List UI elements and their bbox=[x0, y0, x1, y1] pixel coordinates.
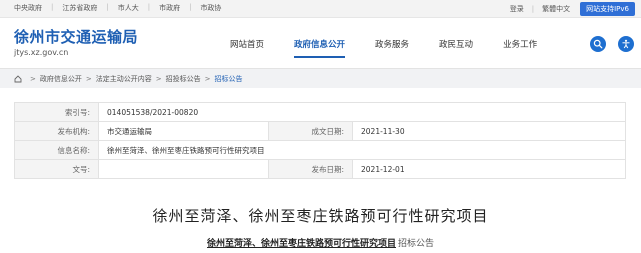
doc-number-value bbox=[98, 159, 269, 179]
published-date-value: 2021-12-01 bbox=[352, 159, 626, 179]
breadcrumb-gov-info[interactable]: 政府信息公开 bbox=[40, 74, 82, 84]
nav-gov-info[interactable]: 政府信息公开 bbox=[294, 38, 346, 64]
top-utility-bar: 中央政府 | 江苏省政府 | 市人大 | 市政府 | 市政协 登录 | 繁體中文… bbox=[0, 0, 641, 18]
search-icon bbox=[593, 39, 603, 49]
nav-home[interactable]: 网站首页 bbox=[230, 38, 264, 64]
agency-label: 发布机构: bbox=[14, 121, 99, 141]
breadcrumb-bar: > 政府信息公开 > 法定主动公开内容 > 招投标公告 > 招标公告 bbox=[0, 68, 641, 88]
home-icon[interactable] bbox=[14, 75, 22, 83]
table-row: 发布机构: 市交通运输局 成文日期: 2021-11-30 bbox=[14, 121, 626, 141]
accessibility-icon bbox=[622, 39, 630, 49]
link-central-gov[interactable]: 中央政府 bbox=[14, 3, 42, 13]
main-nav: 网站首页 政府信息公开 政务服务 政民互动 业务工作 bbox=[230, 38, 567, 64]
accessibility-button[interactable] bbox=[618, 36, 634, 52]
breadcrumb-current[interactable]: 招标公告 bbox=[215, 74, 243, 84]
breadcrumb-mandatory-disclosure[interactable]: 法定主动公开内容 bbox=[96, 74, 152, 84]
link-city-cppcc[interactable]: 市政协 bbox=[200, 3, 221, 13]
article-title: 徐州至菏泽、徐州至枣庄铁路预可行性研究项目 bbox=[152, 207, 489, 225]
table-row: 信息名称: 徐州至菏泽、徐州至枣庄铁路预可行性研究项目 bbox=[14, 140, 626, 160]
ipv6-badge: 网站支持IPv6 bbox=[580, 2, 635, 16]
index-label: 索引号: bbox=[14, 102, 99, 122]
link-city-gov[interactable]: 市政府 bbox=[159, 3, 180, 13]
article-subtitle-type: 招标公告 bbox=[398, 239, 435, 249]
link-jiangsu-gov[interactable]: 江苏省政府 bbox=[62, 3, 97, 13]
breadcrumb-arrow-icon: > bbox=[204, 75, 211, 83]
article-subtitle-project: 徐州至菏泽、徐州至枣庄铁路预可行性研究项目 bbox=[206, 239, 396, 249]
divider: | bbox=[106, 3, 109, 11]
divider: | bbox=[147, 3, 151, 11]
agency-value: 市交通运输局 bbox=[98, 121, 269, 141]
breadcrumb-arrow-icon: > bbox=[85, 75, 92, 83]
login-link[interactable]: 登录 bbox=[510, 4, 524, 14]
search-button[interactable] bbox=[590, 36, 606, 52]
divider: | bbox=[189, 3, 192, 11]
top-right-links: 登录 | 繁體中文 网站支持IPv6 bbox=[510, 2, 635, 16]
info-table: 索引号: 014051538/2021-00820 发布机构: 市交通运输局 成… bbox=[14, 102, 626, 179]
info-title-label: 信息名称: bbox=[14, 140, 99, 160]
created-date-label: 成文日期: bbox=[268, 121, 353, 141]
divider: | bbox=[51, 3, 54, 11]
divider: | bbox=[531, 5, 535, 13]
nav-interaction[interactable]: 政民互动 bbox=[439, 38, 473, 64]
site-header: 徐州市交通运输局 jtys.xz.gov.cn 网站首页 政府信息公开 政务服务… bbox=[0, 18, 641, 68]
doc-number-label: 文号: bbox=[14, 159, 99, 179]
article-subtitle: 徐州至菏泽、徐州至枣庄铁路预可行性研究项目 招标公告 bbox=[0, 236, 641, 249]
table-row: 索引号: 014051538/2021-00820 bbox=[14, 102, 626, 122]
table-row: 文号: 发布日期: 2021-12-01 bbox=[14, 159, 626, 179]
site-domain: jtys.xz.gov.cn bbox=[14, 48, 69, 57]
breadcrumb: > 政府信息公开 > 法定主动公开内容 > 招投标公告 > 招标公告 bbox=[14, 74, 243, 84]
nav-business[interactable]: 业务工作 bbox=[503, 38, 537, 64]
index-value: 014051538/2021-00820 bbox=[98, 102, 626, 122]
published-date-label: 发布日期: bbox=[268, 159, 353, 179]
gov-links: 中央政府 | 江苏省政府 | 市人大 | 市政府 | 市政协 bbox=[14, 3, 221, 13]
created-date-value: 2021-11-30 bbox=[352, 121, 626, 141]
link-city-npc[interactable]: 市人大 bbox=[118, 3, 139, 13]
breadcrumb-arrow-icon: > bbox=[155, 75, 162, 83]
breadcrumb-tender-announcements[interactable]: 招投标公告 bbox=[166, 74, 201, 84]
breadcrumb-arrow-icon: > bbox=[30, 75, 36, 83]
nav-gov-services[interactable]: 政务服务 bbox=[375, 38, 409, 64]
site-title[interactable]: 徐州市交通运输局 bbox=[14, 26, 138, 47]
traditional-chinese-link[interactable]: 繁體中文 bbox=[542, 4, 570, 14]
info-title-value: 徐州至菏泽、徐州至枣庄铁路预可行性研究项目 bbox=[98, 140, 626, 160]
